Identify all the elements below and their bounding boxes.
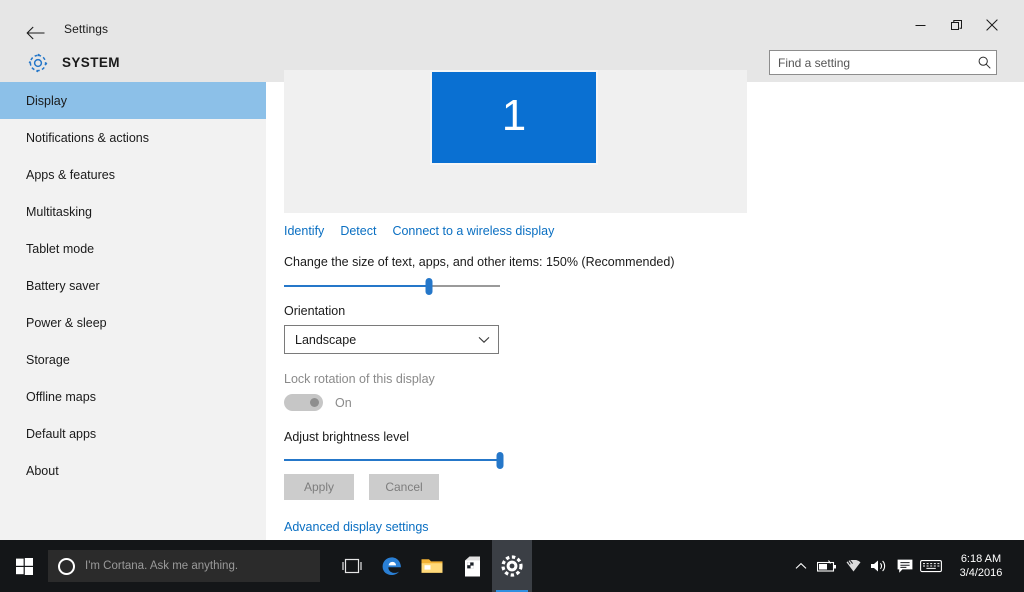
monitor-number: 1 [501, 90, 527, 140]
close-button[interactable] [974, 10, 1010, 40]
windows-store-icon[interactable] [452, 540, 492, 592]
page-title: SYSTEM [62, 55, 120, 70]
monitor-tile-1[interactable]: 1 [430, 70, 598, 165]
settings-sidebar: Display Notifications & actions Apps & f… [0, 82, 266, 540]
restore-icon [950, 19, 962, 30]
orientation-label: Orientation [284, 304, 346, 318]
orientation-value: Landscape [295, 332, 357, 347]
clock-date: 3/4/2016 [959, 567, 1003, 579]
cortana-circle-icon [58, 557, 75, 575]
sidebar-item-label: Power & sleep [26, 315, 107, 330]
cortana-placeholder: I'm Cortana. Ask me anything. [85, 560, 239, 572]
maximize-button[interactable] [938, 10, 974, 40]
sidebar-item-offline-maps[interactable]: Offline maps [0, 378, 266, 415]
minimize-icon [915, 24, 925, 26]
system-tray: 6:18 AM 3/4/2016 [788, 540, 1024, 592]
slider-fill [284, 285, 429, 287]
text-size-slider[interactable] [284, 277, 500, 295]
clock-time: 6:18 AM [960, 553, 1002, 565]
apply-button[interactable]: Apply [284, 474, 354, 500]
cortana-search-box[interactable]: I'm Cortana. Ask me anything. [48, 550, 320, 582]
lock-rotation-toggle-row: On [284, 394, 352, 411]
taskbar: I'm Cortana. Ask me anything. 6:18 AM 3/… [0, 540, 1024, 592]
sidebar-item-storage[interactable]: Storage [0, 341, 266, 378]
sidebar-item-label: Default apps [26, 426, 97, 441]
sidebar-item-label: Battery saver [26, 278, 100, 293]
wifi-icon[interactable] [840, 540, 866, 592]
lock-rotation-label: Lock rotation of this display [284, 372, 435, 386]
slider-thumb[interactable] [425, 278, 433, 295]
sidebar-item-multitasking[interactable]: Multitasking [0, 193, 266, 230]
orientation-dropdown[interactable]: Landscape [284, 325, 499, 354]
sidebar-item-notifications-actions[interactable]: Notifications & actions [0, 119, 266, 156]
battery-icon[interactable] [814, 540, 840, 592]
sidebar-item-label: Multitasking [26, 204, 92, 219]
back-arrow-icon [25, 26, 44, 40]
search-box[interactable] [769, 50, 997, 75]
gear-icon [26, 51, 50, 75]
touch-keyboard-icon[interactable] [918, 540, 944, 592]
sidebar-item-label: Tablet mode [26, 241, 95, 256]
action-center-icon[interactable] [892, 540, 918, 592]
sidebar-item-battery-saver[interactable]: Battery saver [0, 267, 266, 304]
file-explorer-icon[interactable] [412, 540, 452, 592]
sidebar-item-label: Offline maps [26, 389, 96, 404]
title-bar: Settings [0, 0, 1024, 44]
volume-icon[interactable] [866, 540, 892, 592]
windows-start-icon [15, 557, 33, 575]
sidebar-item-apps-features[interactable]: Apps & features [0, 156, 266, 193]
toggle-knob [310, 398, 319, 407]
sidebar-item-label: Storage [26, 352, 70, 367]
advanced-display-settings-link[interactable]: Advanced display settings [284, 520, 429, 534]
display-settings-content: 1 Identify Detect Connect to a wireless … [266, 70, 1024, 540]
minimize-button[interactable] [902, 10, 938, 40]
search-icon[interactable] [972, 51, 996, 74]
action-buttons: Apply Cancel [284, 474, 439, 500]
lock-rotation-state: On [335, 395, 352, 410]
edge-browser-icon[interactable] [372, 540, 412, 592]
taskbar-pinned-apps [332, 540, 532, 592]
brightness-label: Adjust brightness level [284, 430, 410, 444]
start-button[interactable] [0, 540, 48, 592]
show-hidden-icons-chevron-icon[interactable] [788, 540, 814, 592]
lock-rotation-toggle[interactable] [284, 394, 323, 411]
slider-fill [284, 459, 500, 461]
detect-link[interactable]: Detect [340, 224, 376, 238]
sidebar-item-tablet-mode[interactable]: Tablet mode [0, 230, 266, 267]
identify-link[interactable]: Identify [284, 224, 324, 238]
slider-thumb[interactable] [496, 452, 504, 469]
task-view-icon[interactable] [332, 540, 372, 592]
window-title: Settings [64, 22, 109, 36]
back-button[interactable] [22, 20, 48, 46]
settings-window: Settings SYSTEM Find a setting Display N… [0, 0, 1024, 592]
display-action-links: Identify Detect Connect to a wireless di… [284, 224, 554, 238]
close-icon [986, 19, 998, 31]
sidebar-item-default-apps[interactable]: Default apps [0, 415, 266, 452]
sidebar-item-power-sleep[interactable]: Power & sleep [0, 304, 266, 341]
sidebar-item-label: Display [26, 93, 67, 108]
connect-wireless-display-link[interactable]: Connect to a wireless display [392, 224, 554, 238]
cancel-button[interactable]: Cancel [369, 474, 439, 500]
scale-label: Change the size of text, apps, and other… [284, 255, 675, 269]
search-input[interactable] [770, 51, 972, 74]
settings-gear-icon[interactable] [492, 540, 532, 592]
brightness-slider[interactable] [284, 451, 504, 469]
sidebar-item-display[interactable]: Display [0, 82, 266, 119]
taskbar-clock[interactable]: 6:18 AM 3/4/2016 [944, 540, 1018, 592]
sidebar-item-label: About [26, 463, 59, 478]
chevron-down-icon [478, 336, 490, 344]
sidebar-item-label: Apps & features [26, 167, 115, 182]
display-preview-panel: 1 [284, 70, 747, 213]
window-controls [902, 10, 1024, 40]
sidebar-item-label: Notifications & actions [26, 130, 149, 145]
sidebar-item-about[interactable]: About [0, 452, 266, 489]
